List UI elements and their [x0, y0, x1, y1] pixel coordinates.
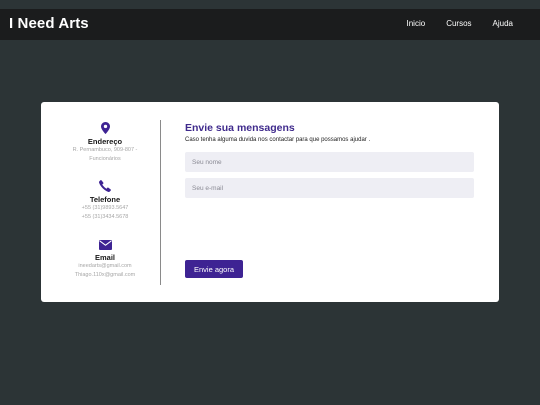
contact-card: Endereço R. Pernambuco, 909-807 - Funcio…	[41, 102, 499, 302]
address-line-2: Funcionários	[89, 156, 121, 162]
nav-link-inicio[interactable]: Inicio	[407, 19, 426, 28]
navbar: I Need Arts Inicio Cursos Ajuda	[0, 9, 540, 40]
nav-links: Inicio Cursos Ajuda	[386, 19, 514, 28]
address-block: Endereço R. Pernambuco, 909-807 - Funcio…	[49, 122, 161, 164]
email-line-1: ineedarts@gmail.com	[78, 263, 132, 269]
brand-logo[interactable]: I Need Arts	[9, 15, 89, 32]
form-title: Envie sua mensagens	[185, 122, 295, 134]
email-title: Email	[94, 253, 115, 262]
phone-title: Telefone	[89, 195, 121, 204]
email-line-2: Thiago.110x@gmail.com	[74, 272, 136, 278]
phone-block: Telefone +55 (31)9893.5647 +55 (31)3434.…	[49, 180, 161, 222]
envelope-icon	[98, 240, 112, 250]
top-strip	[0, 0, 540, 9]
phone-line-1: +55 (31)9893.5647	[81, 205, 129, 211]
contact-info-column: Endereço R. Pernambuco, 909-807 - Funcio…	[49, 120, 161, 285]
submit-button[interactable]: Envie agora	[185, 260, 243, 278]
email-input[interactable]	[185, 178, 474, 198]
contact-form: Envie sua mensagens Caso tenha alguma du…	[185, 122, 475, 278]
address-line-1: R. Pernambuco, 909-807 -	[72, 147, 138, 153]
nav-link-ajuda[interactable]: Ajuda	[493, 19, 513, 28]
form-subtitle: Caso tenha alguma duvida nos contactar p…	[185, 137, 371, 143]
address-title: Endereço	[87, 137, 123, 146]
phone-icon	[99, 180, 111, 192]
name-input[interactable]	[185, 152, 474, 172]
phone-line-2: +55 (31)3434.5678	[81, 214, 129, 220]
email-block: Email ineedarts@gmail.com Thiago.110x@gm…	[49, 240, 161, 280]
nav-link-cursos[interactable]: Cursos	[446, 19, 471, 28]
map-pin-icon	[100, 122, 110, 134]
